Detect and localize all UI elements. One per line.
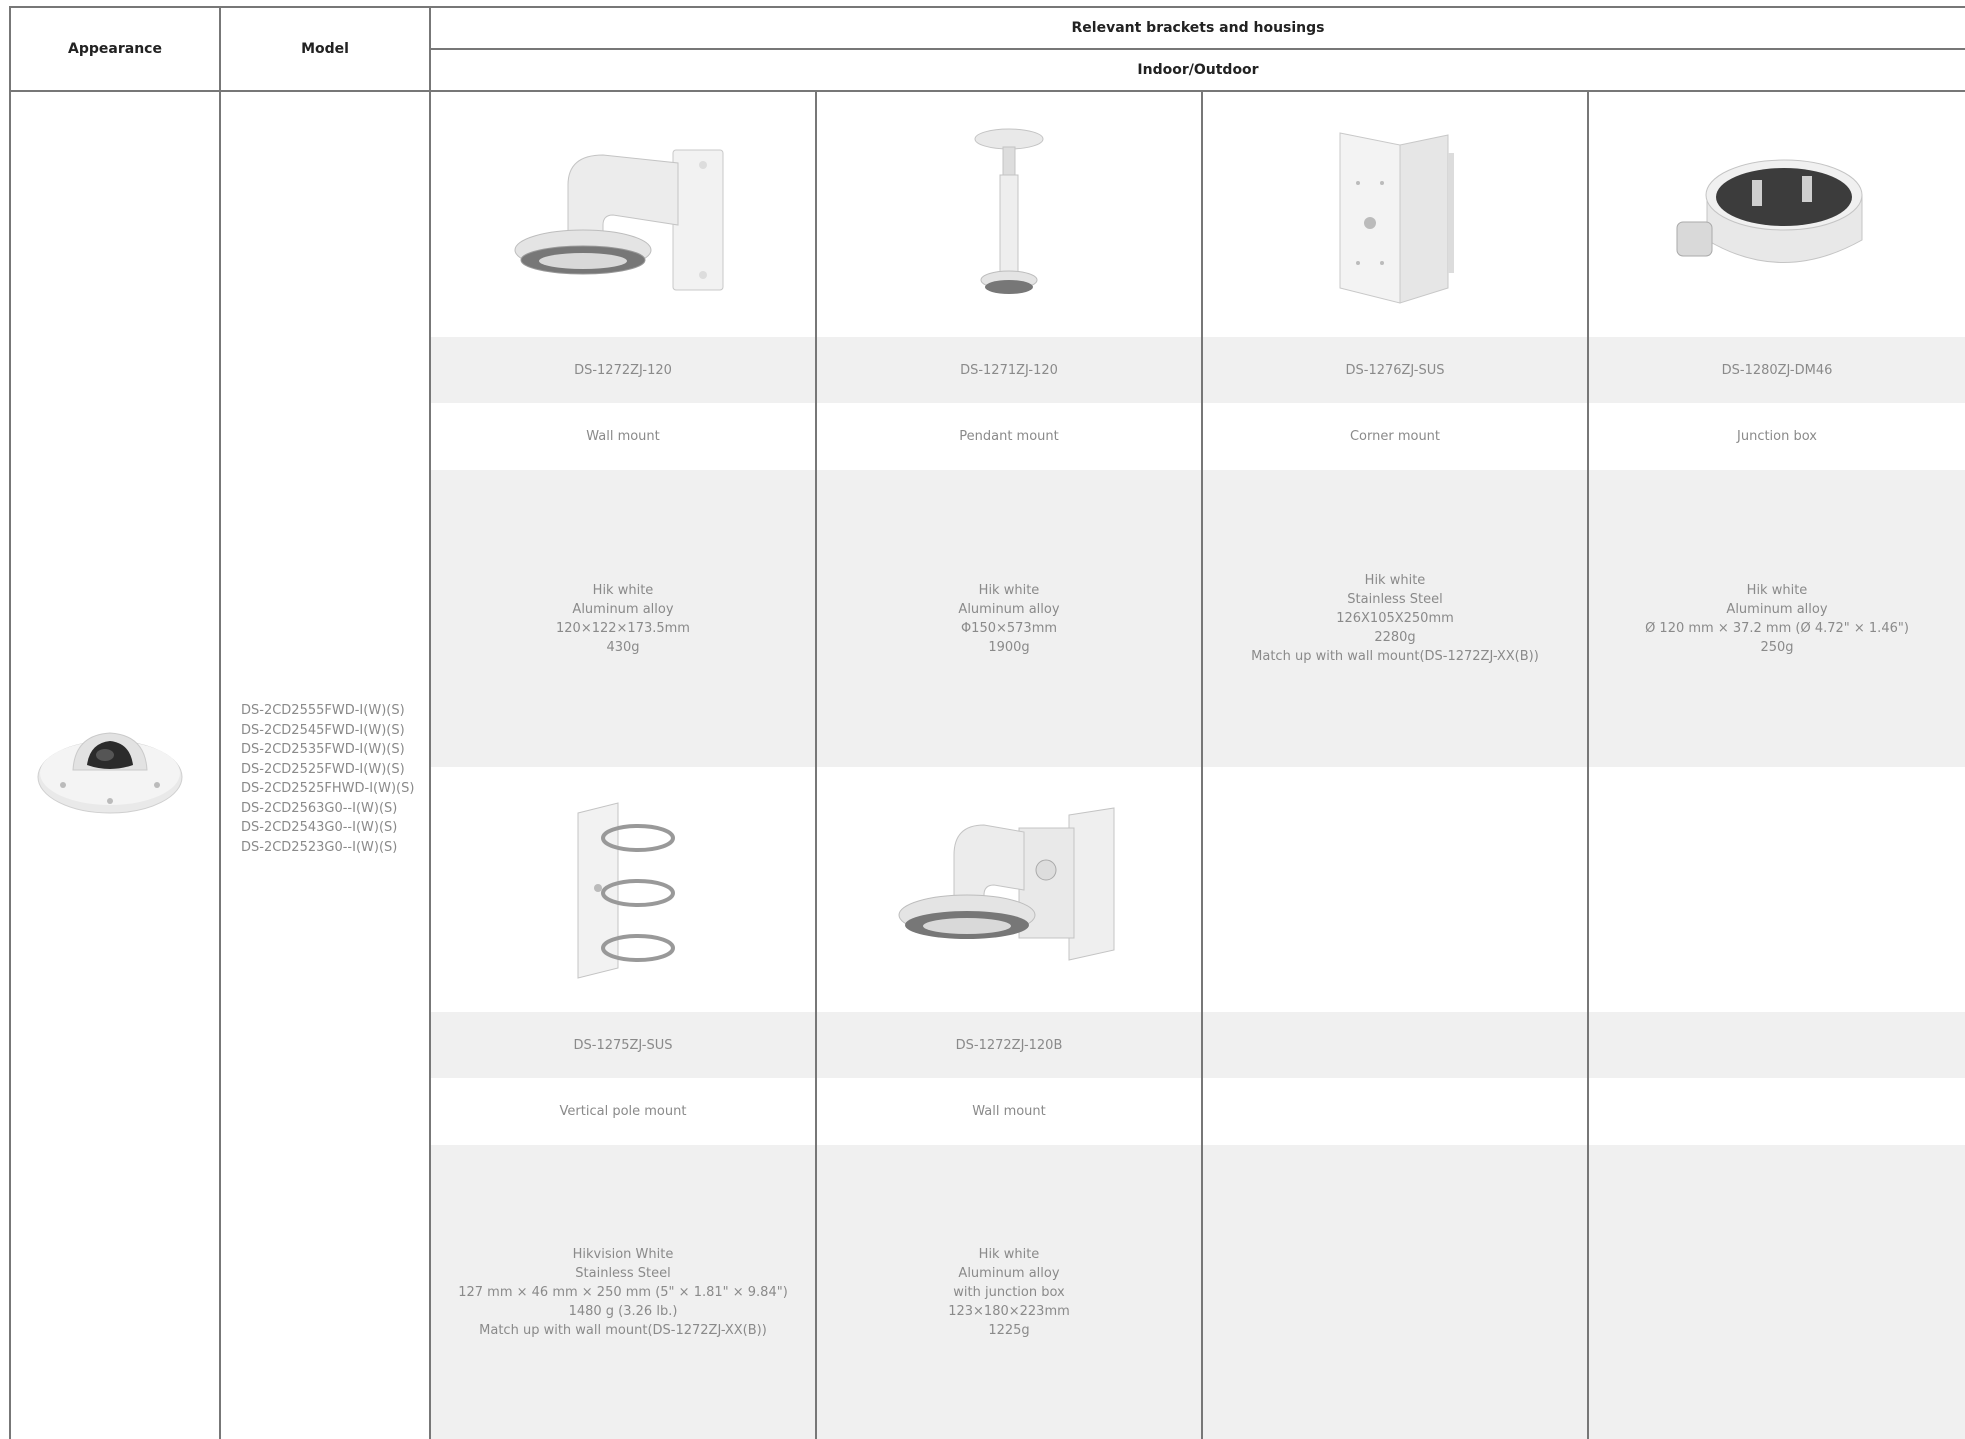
bracket-model: DS-1272ZJ-120B — [955, 1037, 1063, 1053]
wall-mount-icon — [431, 120, 815, 310]
pendant-mount-icon — [817, 120, 1201, 310]
bracket-type: Pendant mount — [959, 429, 1059, 444]
camera-model: DS-2CD2545FWD-I(W)(S) — [241, 722, 405, 738]
bracket-model: DS-1271ZJ-120 — [960, 362, 1058, 378]
camera-model: DS-2CD2525FWD-I(W)(S) — [241, 761, 405, 777]
bracket-specs: Hikvision White Stainless Steel 127 mm ×… — [458, 1246, 788, 1338]
junction-box-icon — [1589, 120, 1965, 310]
header-relevant-brackets: Relevant brackets and housings — [1071, 20, 1325, 36]
camera-model: DS-2CD2523G0--I(W)(S) — [241, 839, 398, 855]
vertical-pole-mount-icon — [431, 795, 815, 985]
camera-model: DS-2CD2555FWD-I(W)(S) — [241, 703, 405, 718]
wall-mount-junction-box-icon — [817, 795, 1201, 985]
bracket-model: DS-1276ZJ-SUS — [1345, 362, 1445, 378]
camera-model-list: DS-2CD2555FWD-I(W)(S) DS-2CD2545FWD-I(W)… — [241, 701, 421, 857]
bracket-specs: Hik white Aluminum alloy Φ150×573mm 1900… — [958, 582, 1060, 655]
bracket-model: DS-1280ZJ-DM46 — [1721, 362, 1833, 378]
header-indoor-outdoor: Indoor/Outdoor — [1137, 62, 1259, 78]
bracket-model: DS-1275ZJ-SUS — [573, 1037, 673, 1053]
col-divider-1 — [219, 6, 221, 1439]
camera-model: DS-2CD2563G0--I(W)(S) — [241, 800, 398, 816]
header-model: Model — [301, 41, 349, 57]
bracket-specs: Hik white Aluminum alloy Ø 120 mm × 37.2… — [1645, 582, 1909, 655]
bracket-type: Corner mount — [1349, 429, 1441, 444]
bracket-type: Wall mount — [586, 429, 660, 444]
mini-dome-camera-icon — [30, 710, 190, 830]
bracket-type: Wall mount — [972, 1104, 1046, 1119]
camera-model: DS-2CD2543G0--I(W)(S) — [241, 820, 398, 835]
bracket-specs: Hik white Aluminum alloy with junction b… — [948, 1246, 1070, 1338]
bracket-type: Vertical pole mount — [559, 1104, 687, 1119]
camera-model: DS-2CD2535FWD-I(W)(S) — [241, 742, 405, 757]
left-border — [9, 6, 11, 1439]
bracket-specs: Hik white Stainless Steel 126X105X250mm … — [1251, 573, 1539, 664]
bracket-specs: Hik white Aluminum alloy 120×122×173.5mm… — [556, 582, 690, 655]
camera-model: DS-2CD2525FHWD-I(W)(S) — [241, 781, 415, 796]
header-appearance: Appearance — [68, 41, 162, 57]
corner-mount-icon — [1203, 120, 1587, 310]
bracket-type: Junction box — [1737, 429, 1817, 444]
bracket-model: DS-1272ZJ-120 — [574, 362, 672, 378]
header-bottom-border — [9, 90, 1965, 92]
